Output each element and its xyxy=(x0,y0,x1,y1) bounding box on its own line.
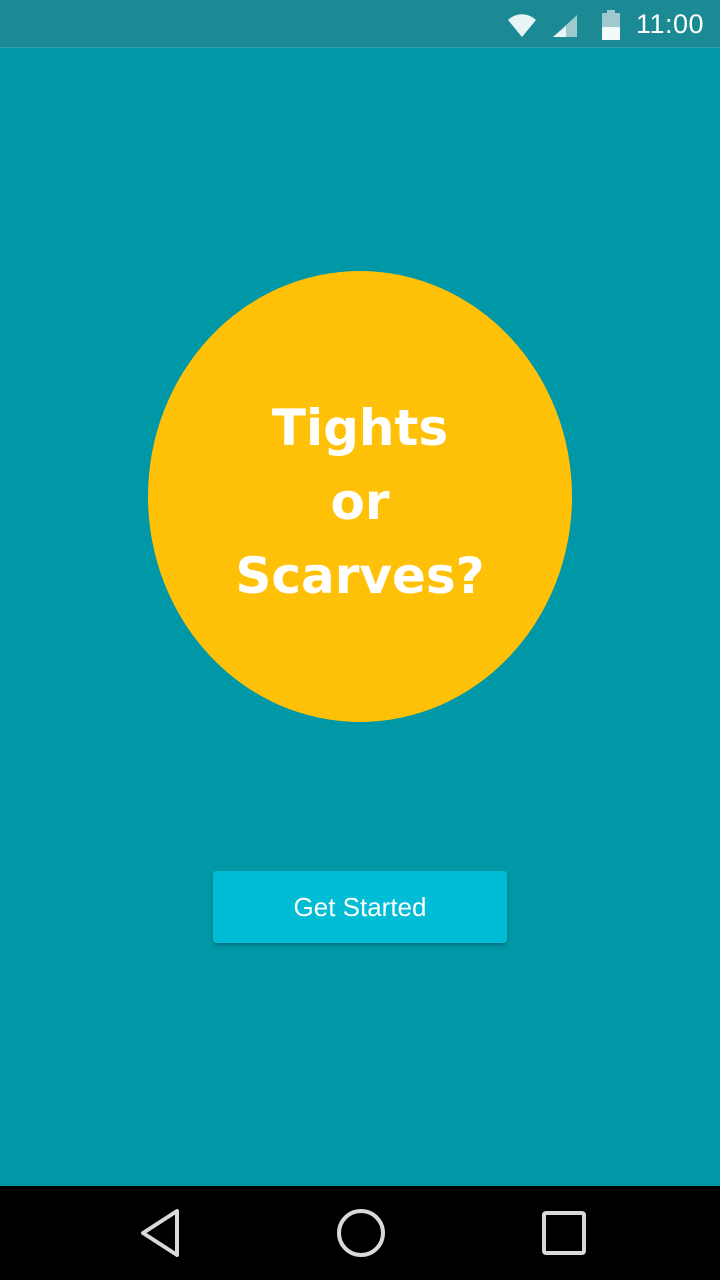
app-screen: 11:00 Tights or Scarves? Get Started xyxy=(0,0,720,1280)
wifi-icon xyxy=(508,14,536,37)
home-icon xyxy=(337,1209,385,1257)
title-line-3: Scarves? xyxy=(235,547,485,605)
app-title: Tights or Scarves? xyxy=(148,391,572,613)
back-icon xyxy=(141,1209,179,1257)
battery-icon xyxy=(602,10,620,40)
back-button[interactable] xyxy=(100,1186,220,1280)
title-line-1: Tights xyxy=(271,399,449,457)
recent-apps-button[interactable] xyxy=(504,1186,624,1280)
get-started-button[interactable]: Get Started xyxy=(213,871,507,943)
title-line-2: or xyxy=(330,473,390,531)
home-button[interactable] xyxy=(301,1186,421,1280)
navigation-bar xyxy=(0,1186,720,1280)
cell-signal-icon xyxy=(553,15,577,37)
recent-apps-icon xyxy=(542,1211,586,1255)
status-time: 11:00 xyxy=(636,9,705,39)
status-bar: 11:00 xyxy=(0,0,720,48)
